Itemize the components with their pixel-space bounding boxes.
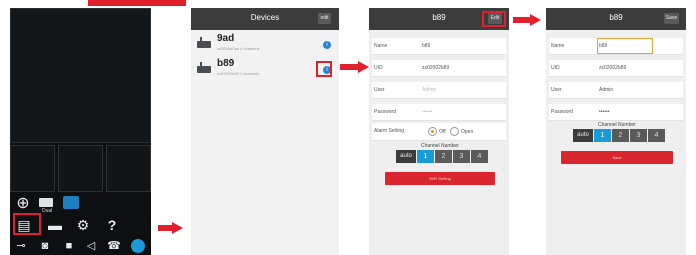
channel-auto[interactable]: auto [396, 150, 416, 163]
device-name: b89 [217, 58, 235, 69]
field-label: Alarm Setting [374, 128, 405, 134]
ptz-icon[interactable] [131, 239, 145, 253]
field-label: Name [551, 43, 565, 49]
speaker-icon[interactable]: ◁ [82, 237, 100, 255]
snapshot-icon[interactable]: ◙ [36, 237, 54, 255]
device-subtitle: ca3006d0ad 4 channels [217, 46, 260, 51]
hdd-icon[interactable] [39, 198, 53, 207]
field-value[interactable]: zz02002b89 [599, 65, 626, 71]
plus-circle-icon[interactable]: ⊕ [14, 195, 32, 213]
alarm-open-radio[interactable] [450, 127, 459, 136]
help-icon[interactable]: ? [103, 216, 121, 234]
name-input-focus[interactable] [597, 38, 653, 54]
highlight-box [316, 61, 332, 77]
page-title: Devices [250, 13, 280, 22]
channel-selector: auto 1 2 3 4 [396, 150, 489, 163]
save-topbar: b89 Save [546, 8, 686, 30]
channel-option[interactable]: 3 [453, 150, 470, 163]
gear-icon[interactable]: ⚙ [74, 216, 92, 234]
main-video-view[interactable] [10, 8, 151, 143]
field-value[interactable]: Admin [599, 87, 613, 93]
channel-option[interactable]: 2 [612, 129, 629, 142]
password-field[interactable]: Password •••••• [549, 104, 683, 121]
device-row[interactable]: 9ad ca3006d0ad 4 channels i [191, 32, 339, 56]
field-label: User [551, 87, 562, 93]
call-icon[interactable]: ☎ [105, 237, 123, 255]
field-label: UID [374, 65, 383, 71]
device-subtitle: zz02002b89 1 channels [217, 71, 260, 76]
live-view-screen: ⊕ Dual ▤ ▬ ⚙ ? ⊸ ◙ ■ ◁ ☎ [10, 8, 151, 255]
highlight-box [13, 213, 41, 235]
field-label: UID [551, 65, 560, 71]
alarm-off-radio[interactable] [428, 127, 437, 136]
channel-caption: Channel Number [598, 122, 636, 128]
record-icon[interactable]: ■ [60, 237, 78, 255]
key-icon[interactable]: ⊸ [12, 237, 30, 255]
field-label: Password [551, 109, 573, 115]
user-field[interactable]: User Admin [549, 82, 683, 99]
save-top-button[interactable]: Save [664, 13, 679, 24]
channel-caption: Channel Number [421, 143, 459, 149]
field-value[interactable]: Admin [422, 87, 436, 93]
uid-field[interactable]: UID zz02002b89 [372, 60, 506, 77]
flow-arrow [340, 61, 370, 73]
channel-option[interactable]: 3 [630, 129, 647, 142]
edit-button[interactable]: edit [318, 13, 331, 24]
folder-icon[interactable]: ▬ [46, 216, 64, 234]
user-field[interactable]: User Admin [372, 82, 506, 99]
edit-device-screen: b89 Edit Name b89 UID zz02002b89 User Ad… [369, 8, 509, 255]
channel-option[interactable]: 4 [471, 150, 488, 163]
alarm-setting-row: Alarm Setting Off Open [372, 123, 506, 141]
field-label: User [374, 87, 385, 93]
field-label: Password [374, 109, 396, 115]
devices-screen: Devices edit 9ad ca3006d0ad 4 channels i… [191, 8, 339, 255]
save-button[interactable]: Save [561, 151, 673, 164]
video-cell[interactable] [10, 145, 55, 192]
alarm-off-label: Off [439, 129, 446, 135]
field-value[interactable]: •••••• [422, 109, 433, 115]
field-value[interactable]: •••••• [599, 109, 610, 115]
channel-auto[interactable]: auto [573, 129, 593, 142]
channel-selector: auto 1 2 3 4 [573, 129, 666, 142]
video-cell[interactable] [106, 145, 151, 192]
channel-option[interactable]: 1 [594, 129, 611, 142]
device-icon [197, 37, 211, 48]
devices-topbar: Devices edit [191, 8, 339, 30]
device-name: 9ad [217, 33, 235, 44]
camera-tile-icon[interactable] [63, 196, 79, 209]
wifi-setting-button[interactable]: WiFi Setting [385, 172, 495, 185]
hdd-label: Dual [42, 208, 53, 214]
field-value[interactable]: zz02002b89 [422, 65, 449, 71]
video-cell[interactable] [58, 145, 103, 192]
highlight-tab-marker [88, 0, 186, 6]
save-device-screen: b89 Save Name b89 UID zz02002b89 User Ad… [546, 8, 686, 255]
name-field[interactable]: Name b89 [372, 38, 506, 55]
password-field[interactable]: Password •••••• [372, 104, 506, 121]
flow-arrow [158, 222, 184, 234]
flow-arrow [513, 14, 542, 26]
info-icon[interactable]: i [323, 41, 331, 49]
channel-option[interactable]: 1 [417, 150, 434, 163]
channel-option[interactable]: 4 [648, 129, 665, 142]
field-label: Name [374, 43, 388, 49]
uid-field[interactable]: UID zz02002b89 [549, 60, 683, 77]
field-value[interactable]: b89 [422, 43, 430, 49]
channel-option[interactable]: 2 [435, 150, 452, 163]
device-icon [197, 62, 211, 73]
highlight-box [482, 11, 506, 27]
alarm-open-label: Open [461, 129, 474, 135]
